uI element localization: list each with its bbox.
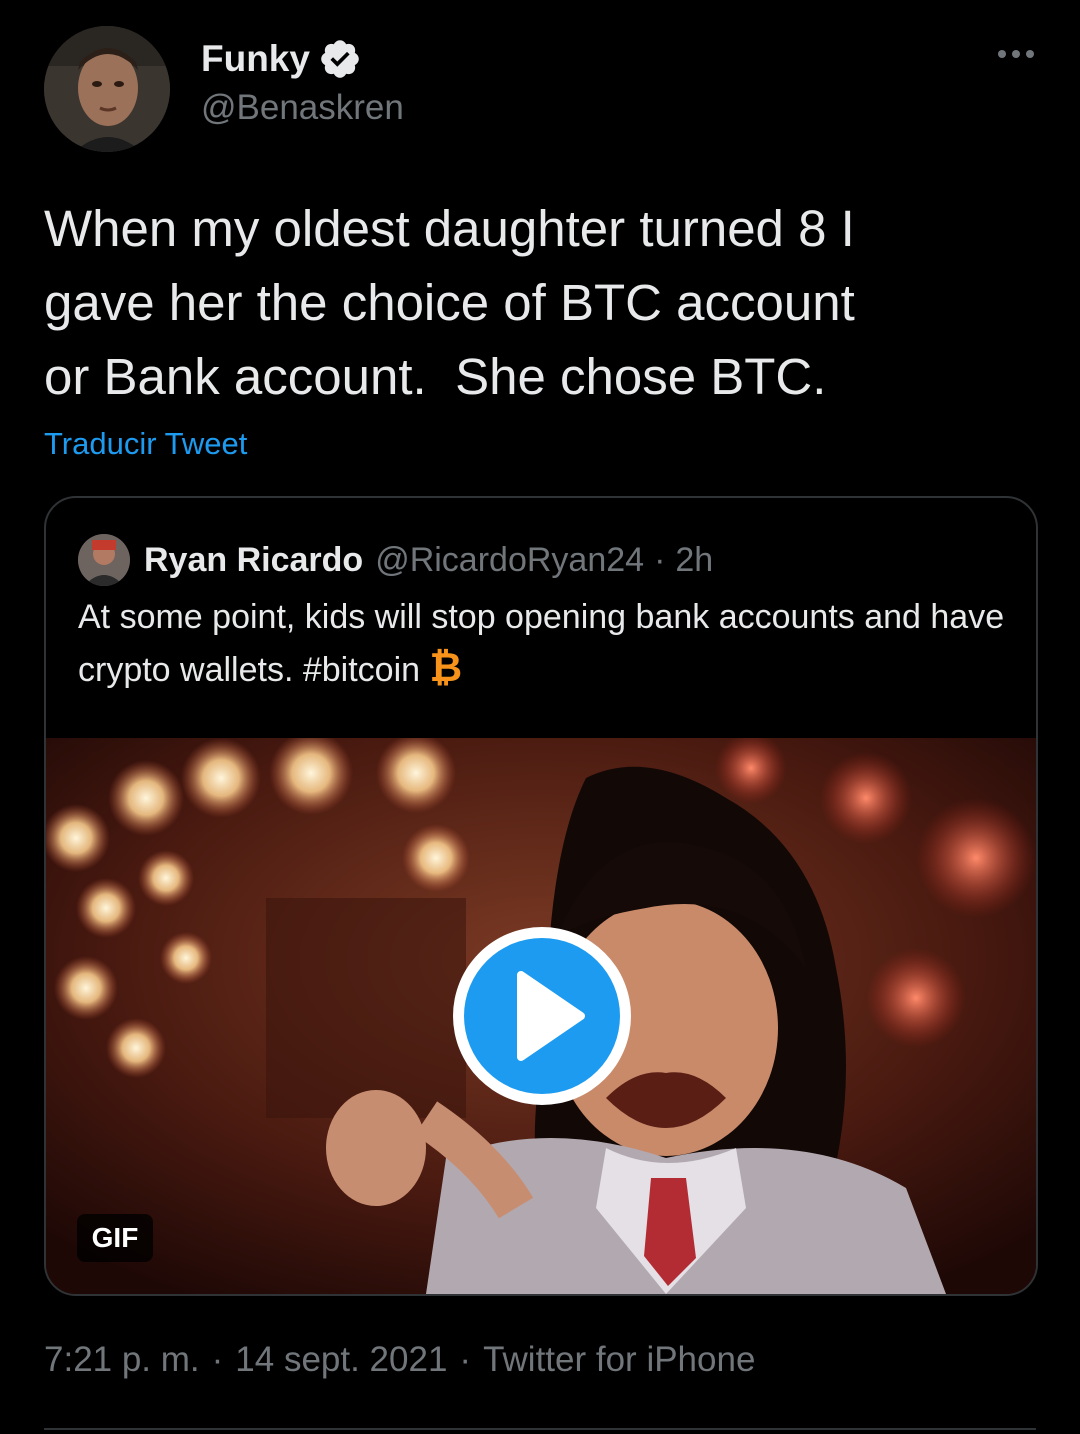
quoted-author-photo [78,534,130,586]
translate-tweet-link[interactable]: Traducir Tweet [44,426,247,462]
quoted-tweet-card[interactable]: Ryan Ricardo @RicardoRyan24 · 2h At some… [44,496,1038,1296]
tweet-metadata: 7:21 p. m. · 14 sept. 2021 · Twitter for iPh… [44,1340,755,1380]
author-name-row: Funky [201,36,404,82]
quoted-tweet-body: At some point, kids will stop opening ba… [78,598,1005,689]
quoted-separator: · [654,540,666,579]
author-info: Funky @Benaskren [201,36,404,128]
quoted-author-name: Ryan Ricardo [144,540,364,579]
gif-media[interactable]: GIF [46,738,1036,1294]
tweet-source[interactable]: Twitter for iPhone [483,1340,755,1379]
author-photo [44,26,170,152]
author-display-name[interactable]: Funky [201,38,310,80]
tweet-text: When my oldest daughter turned 8 I gave … [44,200,855,405]
author-avatar[interactable] [44,26,170,152]
tweet-detail: Funky @Benaskren When my oldest daughter… [0,0,1080,1434]
quoted-author-avatar [78,534,130,586]
play-icon[interactable] [449,923,635,1109]
tweet-header: Funky @Benaskren [44,26,1036,156]
tweet-date[interactable]: 14 sept. 2021 [235,1340,447,1379]
author-handle[interactable]: @Benaskren [201,88,404,128]
meta-separator: · [211,1340,224,1379]
quoted-author-handle: @RicardoRyan24 [375,540,645,579]
more-options-icon[interactable] [996,44,1036,64]
verified-badge-icon [321,40,359,78]
bitcoin-emoji-icon: ₿ [429,646,463,690]
divider [44,1428,1036,1430]
quoted-tweet-text: At some point, kids will stop opening ba… [78,592,1008,696]
gif-badge: GIF [77,1214,153,1262]
tweet-time[interactable]: 7:21 p. m. [44,1340,200,1379]
quoted-timestamp: 2h [675,540,714,579]
quoted-tweet-header: Ryan Ricardo @RicardoRyan24 · 2h [78,534,713,586]
meta-separator: · [459,1340,472,1379]
